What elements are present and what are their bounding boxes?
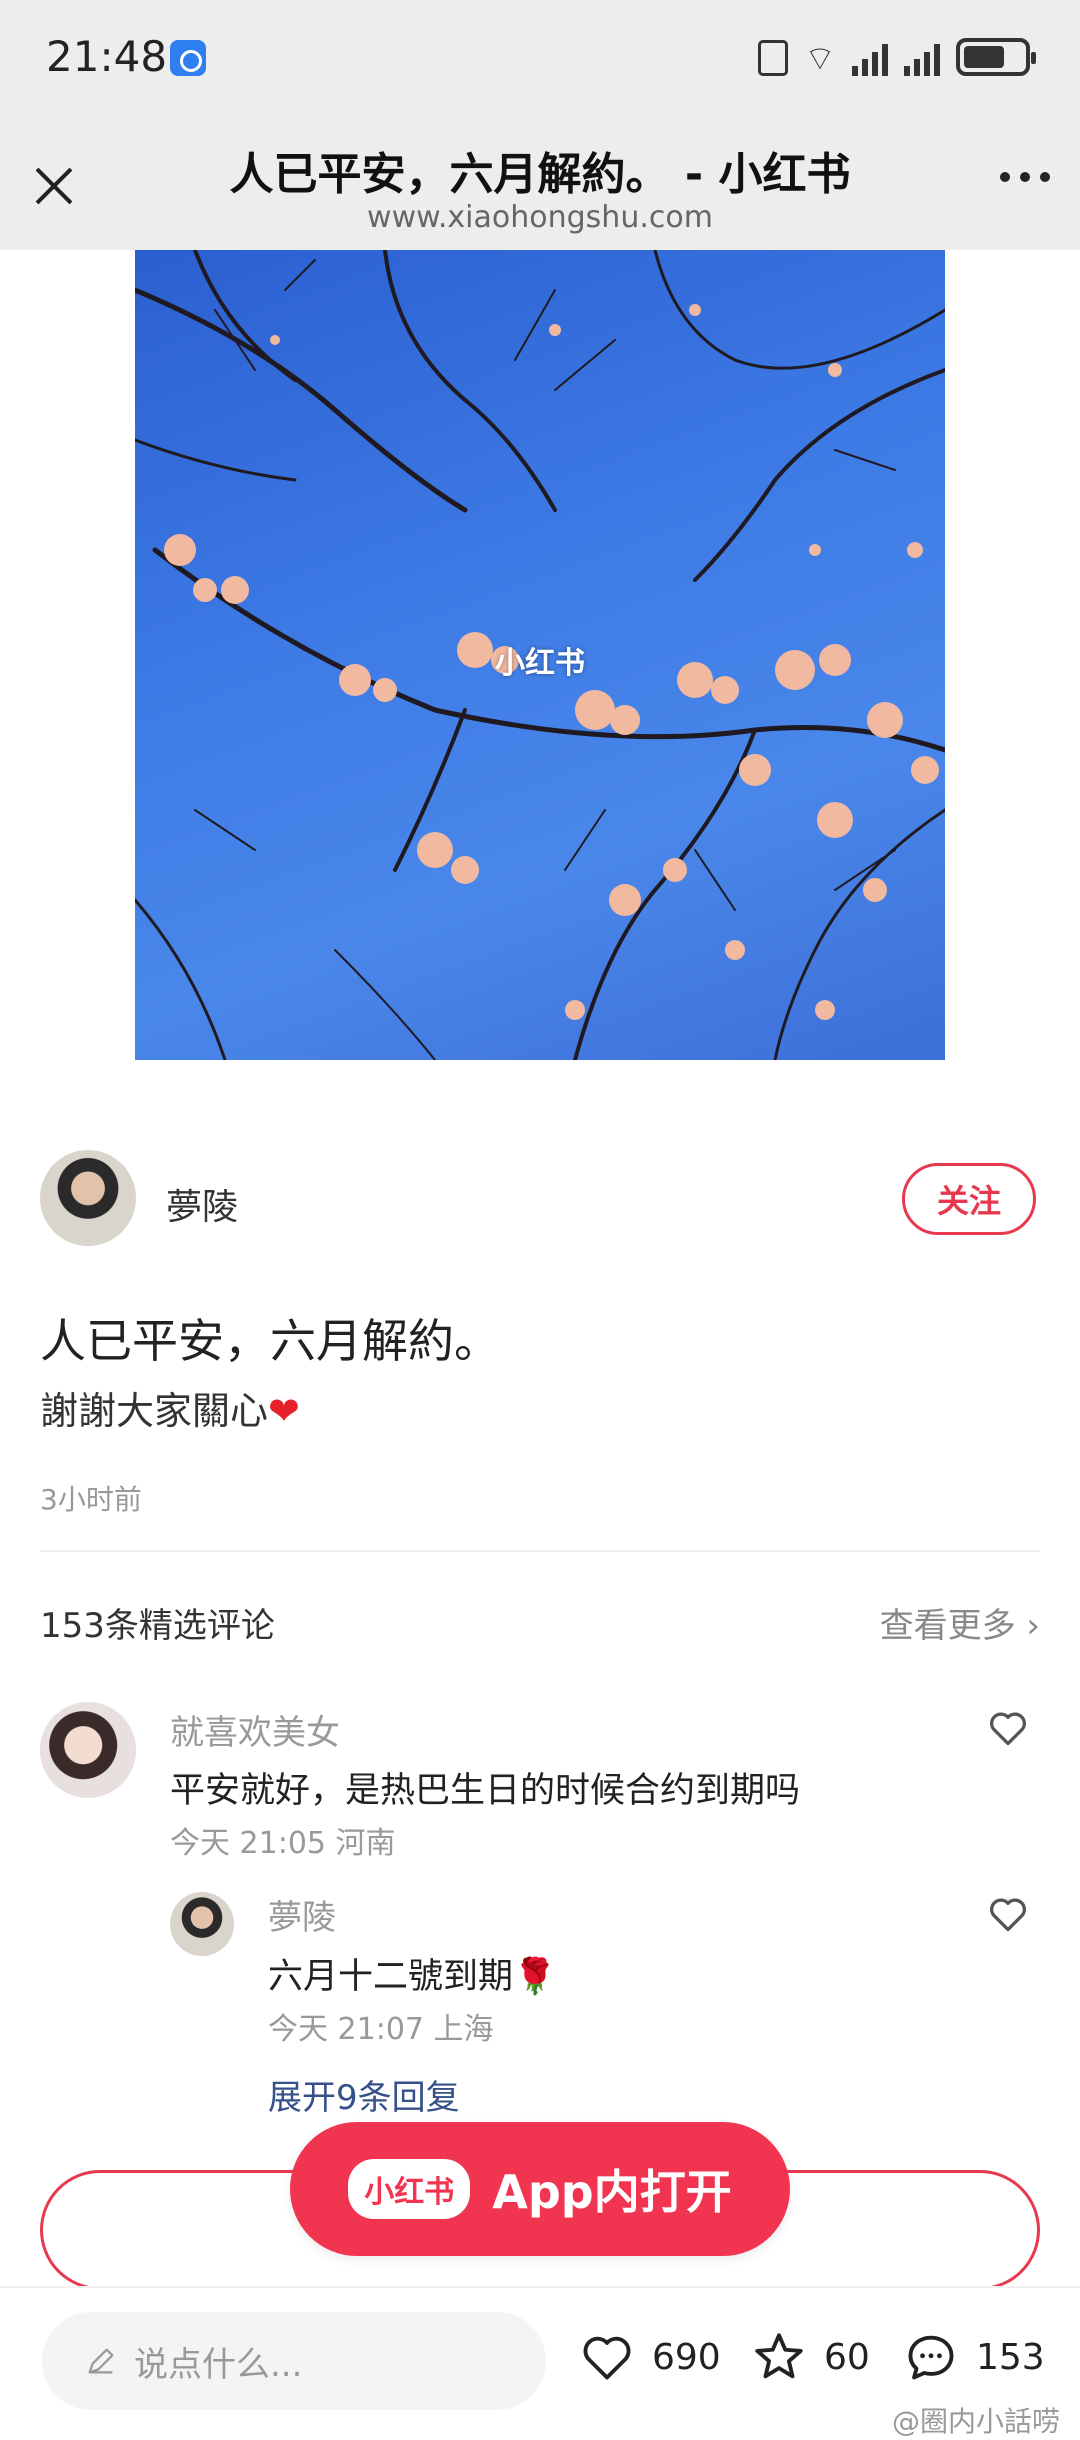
post-time: 3小时前 <box>40 1483 142 1516</box>
reply-avatar[interactable] <box>170 1892 234 1956</box>
page-title: 人已平安，六月解約。 - 小红书 <box>229 149 851 200</box>
like-count: 690 <box>652 2336 721 2378</box>
pencil-icon <box>88 2348 114 2374</box>
divider <box>40 1550 1040 1552</box>
more-options-icon[interactable] <box>1000 172 1050 182</box>
reply-like-heart-icon[interactable] <box>986 1892 1030 1936</box>
heart-emoji: ❤ <box>268 1389 300 1433</box>
comment-stat[interactable]: 153 <box>902 2328 1045 2386</box>
open-in-app-button[interactable]: 小红书 App内打开 <box>290 2122 790 2256</box>
status-time: 21:48 <box>46 32 168 81</box>
corner-watermark: @圈内小話唠 <box>891 2405 1060 2438</box>
collect-count: 60 <box>824 2336 870 2378</box>
comment-bubble-icon <box>908 2335 954 2380</box>
view-more-link[interactable]: 查看更多 › <box>880 1598 1040 1647</box>
status-icons: ⌔ <box>758 38 1036 79</box>
reply-text: 六月十二號到期🌹 <box>268 1957 557 1997</box>
xiaohongshu-logo: 小红书 <box>348 2159 471 2219</box>
comment-input-placeholder: 说点什么... <box>134 2344 303 2385</box>
comment-meta: 今天 21:05 河南 <box>170 1826 396 1861</box>
author-name[interactable]: 夢陵 <box>166 1178 238 1230</box>
post-title: 人已平安，六月解約。 <box>40 1314 500 1368</box>
open-in-app-label: App内打开 <box>492 2165 732 2219</box>
like-stat[interactable]: 690 <box>578 2328 721 2386</box>
reply-meta: 今天 21:07 上海 <box>268 2012 494 2047</box>
wifi-icon: ⌔ <box>804 39 836 79</box>
heart-icon <box>583 2336 631 2380</box>
signal-icon <box>852 42 888 76</box>
comment-input[interactable]: 说点什么... <box>42 2312 546 2410</box>
close-icon[interactable] <box>28 160 80 212</box>
comment-count: 153 <box>976 2336 1045 2378</box>
post-body: 謝謝大家關心❤ <box>40 1380 300 1435</box>
page-url: www.xiaohongshu.com <box>367 200 713 235</box>
battery-icon <box>956 38 1036 76</box>
vibrate-icon <box>758 40 789 76</box>
star-icon <box>755 2333 803 2379</box>
browser-header: 21:48 ⌔ 人已平安，六月解約。 - 小红书 www.xiaohongshu… <box>0 0 1080 250</box>
follow-button[interactable]: 关注 <box>902 1163 1036 1235</box>
comment-author[interactable]: 就喜欢美女 <box>170 1705 340 1754</box>
author-avatar[interactable] <box>40 1150 136 1246</box>
app-notification-icon <box>170 40 206 76</box>
collect-stat[interactable]: 60 <box>750 2328 870 2386</box>
post-image[interactable]: 小红书 <box>135 250 945 1060</box>
comment-like-heart-icon[interactable] <box>986 1706 1030 1750</box>
bottom-action-bar: 说点什么... 690 60 153 @圈内小話唠 <box>0 2286 1080 2440</box>
comment-text: 平安就好，是热巴生日的时候合约到期吗 <box>170 1771 801 1811</box>
comments-count-header: 153条精选评论 <box>40 1606 275 1646</box>
signal-icon-2 <box>904 42 940 76</box>
xiaohongshu-watermark: 小红书 <box>495 646 585 681</box>
comment-avatar[interactable] <box>40 1702 136 1798</box>
post-body-text: 謝謝大家關心 <box>40 1389 269 1433</box>
expand-replies-link[interactable]: 展开9条回复 <box>268 2070 460 2119</box>
reply-author[interactable]: 夢陵 <box>268 1890 336 1939</box>
